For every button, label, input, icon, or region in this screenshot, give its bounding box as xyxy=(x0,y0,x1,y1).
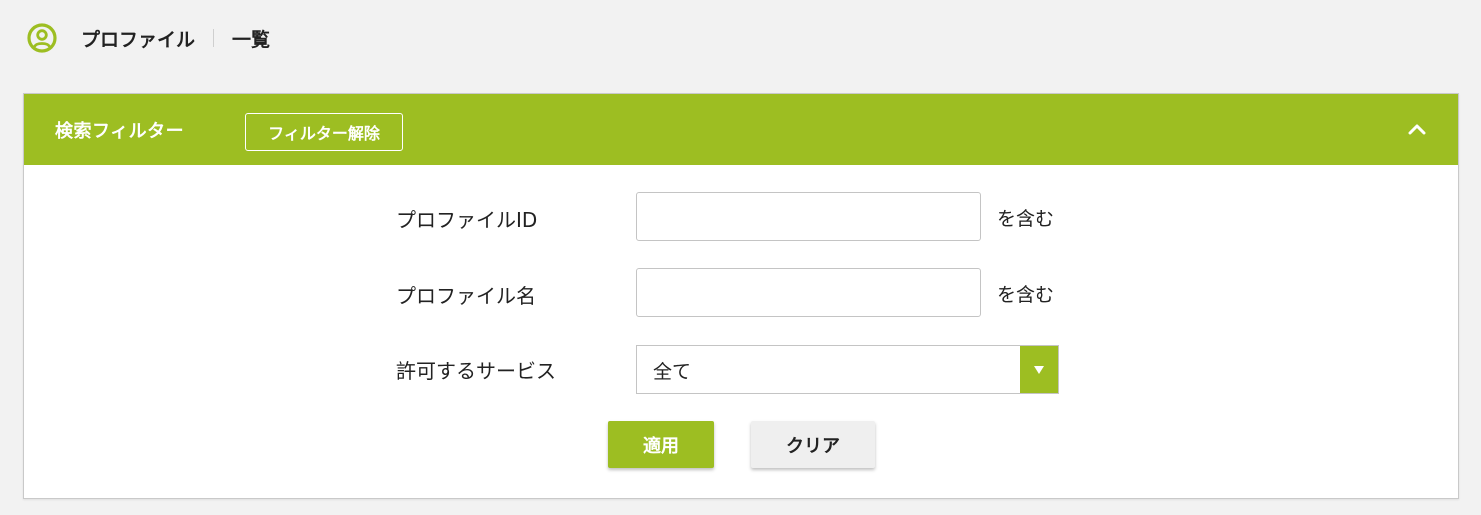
filter-panel-header[interactable]: 検索フィルター フィルター解除 xyxy=(24,94,1458,165)
page-header: プロファイル 一覧 xyxy=(26,22,270,54)
page-title: プロファイル xyxy=(81,28,196,51)
clear-button[interactable]: クリア xyxy=(751,421,875,468)
page-subtitle: 一覧 xyxy=(232,28,271,51)
profile-name-suffix: を含む xyxy=(997,284,1055,306)
search-filter-panel: 検索フィルター フィルター解除 プロファイルID を含む プロファイル名 を含む… xyxy=(23,93,1459,499)
profile-id-input[interactable] xyxy=(636,192,981,241)
allowed-services-label: 許可するサービス xyxy=(396,359,556,383)
allowed-services-select[interactable]: 全て xyxy=(636,345,1059,394)
select-dropdown-toggle[interactable] xyxy=(1020,346,1058,393)
filter-panel-title: 検索フィルター xyxy=(55,121,185,142)
profile-id-label: プロファイルID xyxy=(396,208,538,232)
allowed-services-selected: 全て xyxy=(653,361,692,383)
collapse-button[interactable] xyxy=(1406,118,1428,140)
chevron-up-icon xyxy=(1408,124,1426,135)
profile-name-label: プロファイル名 xyxy=(396,284,536,308)
triangle-down-icon xyxy=(1034,365,1044,374)
breadcrumb-divider xyxy=(213,29,215,47)
user-circle-icon xyxy=(27,23,57,53)
profile-name-input[interactable] xyxy=(636,268,981,317)
apply-button[interactable]: 適用 xyxy=(608,421,714,468)
clear-filter-button[interactable]: フィルター解除 xyxy=(245,113,403,151)
profile-id-suffix: を含む xyxy=(997,208,1055,230)
